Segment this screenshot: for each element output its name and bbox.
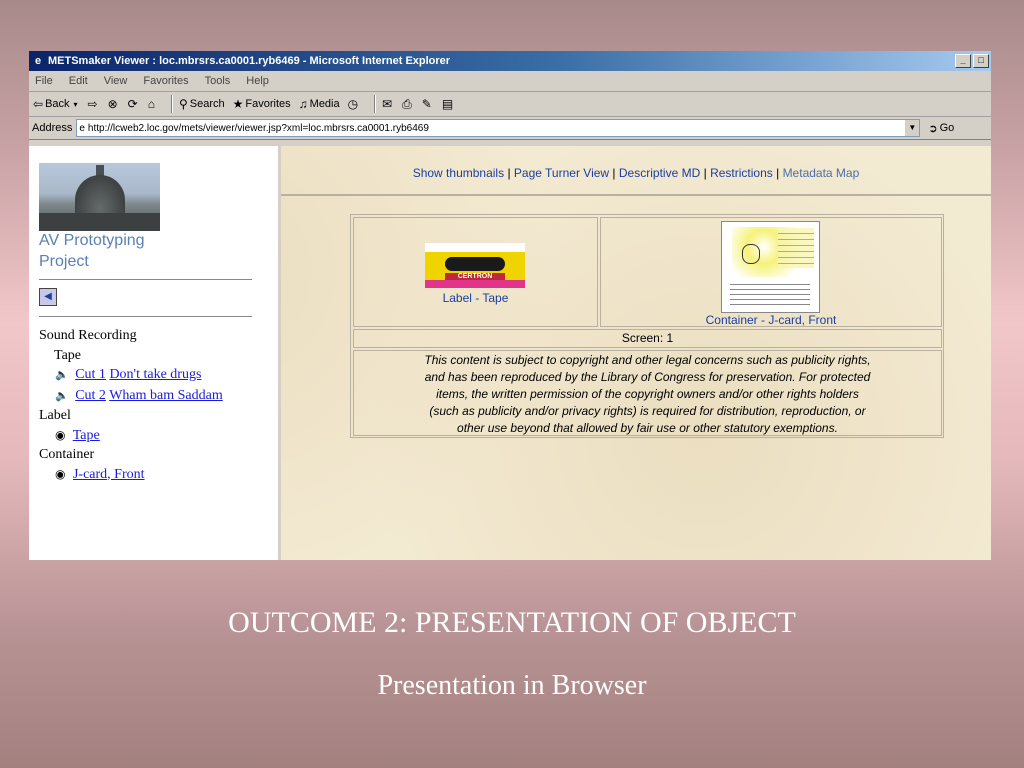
tree-tape: Tape	[54, 347, 82, 363]
jcard-front-link[interactable]: J-card, Front	[73, 467, 145, 482]
right-frame: Show thumbnails | Page Turner View | Des…	[281, 146, 991, 560]
favorites-button[interactable]: ★ Favorites	[233, 97, 291, 111]
edit-icon: ✎	[421, 97, 432, 111]
copyright-notice: This content is subject to copyright and…	[353, 350, 942, 436]
toolbar: ⇦ Back ▾ ⇨ ⊗ ⟳ ⌂ ⚲ Search ★ Favorites ♫ …	[29, 92, 991, 117]
tree-label-tape: ◉ Tape	[39, 426, 223, 446]
address-url: http://lcweb2.loc.gov/mets/viewer/viewer…	[87, 122, 429, 134]
label-tape-link[interactable]: Tape	[73, 428, 100, 443]
tree-sound-recording: Sound Recording	[39, 328, 137, 343]
back-arrow-icon: ⇦	[33, 97, 44, 111]
jcard-thumbnail[interactable]	[721, 221, 820, 313]
back-nav-button[interactable]: ◀	[39, 288, 57, 306]
ie-icon: e	[34, 55, 42, 67]
menu-bar: File Edit View Favorites Tools Help	[29, 71, 991, 92]
viewer-table: CERTRON Label - Tape Container - J-card,…	[350, 214, 944, 438]
cut-2-title-link[interactable]: Wham bam Saddam	[109, 388, 223, 403]
tree-label: Label	[39, 408, 71, 423]
toolbar-separator	[170, 95, 173, 113]
address-bar: Address e http://lcweb2.loc.gov/mets/vie…	[29, 117, 991, 140]
mail-button[interactable]: ✉	[382, 97, 394, 111]
viewer-nav: Show thumbnails | Page Turner View | Des…	[281, 146, 991, 196]
tree-cut-1: 🔈 Cut 1 Don't take drugs	[39, 365, 223, 386]
thumbnail-caption-jcard[interactable]: Container - J-card, Front	[601, 313, 941, 327]
edit-button[interactable]: ✎	[422, 97, 434, 111]
speaker-icon: 🔈	[55, 369, 69, 381]
toolbar-separator	[374, 95, 377, 113]
print-button[interactable]: ⎙	[402, 97, 414, 112]
title-bar: e METSmaker Viewer : loc.mbrsrs.ca0001.r…	[29, 51, 991, 71]
divider	[39, 279, 252, 280]
window-controls: _ □	[955, 54, 989, 68]
menu-favorites[interactable]: Favorites	[143, 75, 188, 87]
address-label: Address	[32, 122, 73, 134]
window-title: METSmaker Viewer : loc.mbrsrs.ca0001.ryb…	[48, 55, 451, 67]
discuss-icon: ▤	[441, 97, 454, 111]
go-button[interactable]: ➲ Go	[928, 122, 954, 135]
thumbnail-cell-jcard: Container - J-card, Front	[600, 217, 942, 327]
back-button[interactable]: ⇦ Back ▾	[33, 97, 80, 111]
menu-view[interactable]: View	[104, 75, 128, 87]
search-button[interactable]: ⚲ Search	[179, 97, 225, 111]
discuss-button[interactable]: ▤	[442, 97, 455, 111]
cut-2-link[interactable]: Cut 2	[75, 388, 106, 403]
thumbnail-caption-tape[interactable]: Label - Tape	[354, 291, 597, 305]
print-icon: ⎙	[402, 96, 412, 111]
speaker-icon: 🔈	[55, 389, 69, 402]
tree-container: Container	[39, 447, 95, 462]
cut-1-title-link[interactable]: Don't take drugs	[109, 367, 201, 382]
structure-tree: Sound Recording Tape 🔈 Cut 1 Don't take …	[39, 326, 223, 484]
menu-tools[interactable]: Tools	[205, 75, 231, 87]
home-icon: ⌂	[147, 97, 155, 111]
divider	[39, 316, 252, 317]
refresh-icon: ⟳	[127, 97, 138, 111]
forward-button[interactable]: ⇨	[88, 97, 100, 111]
stop-icon: ⊗	[107, 97, 118, 111]
history-icon: ◷	[347, 97, 359, 111]
screen-indicator: Screen: 1	[353, 329, 942, 348]
show-thumbnails-link[interactable]: Show thumbnails	[413, 166, 504, 180]
menu-help[interactable]: Help	[246, 75, 269, 87]
tree-cut-2: 🔈 Cut 2 Wham bam Saddam	[39, 386, 223, 407]
address-dropdown-icon[interactable]: ▼	[905, 120, 920, 136]
slide-subtitle: Presentation in Browser	[377, 670, 647, 701]
dropdown-icon: ▾	[73, 99, 78, 109]
browser-window: e METSmaker Viewer : loc.mbrsrs.ca0001.r…	[29, 51, 991, 560]
project-title: AV Prototyping Project	[39, 232, 145, 270]
media-icon: ♫	[298, 97, 308, 111]
media-button[interactable]: ♫ Media	[299, 97, 340, 111]
refresh-button[interactable]: ⟳	[128, 97, 140, 111]
cut-1-link[interactable]: Cut 1	[75, 367, 106, 382]
eye-icon: ◉	[55, 466, 66, 481]
metadata-map-link[interactable]: Metadata Map	[783, 166, 860, 180]
restrictions-link[interactable]: Restrictions	[710, 166, 773, 180]
page-content: AV Prototyping Project ◀ Sound Recording…	[29, 146, 991, 560]
slide-title: OUTCOME 2: PRESENTATION OF OBJECT	[228, 606, 796, 639]
tape-label-thumbnail[interactable]: CERTRON	[425, 243, 525, 288]
tree-container-jcard: ◉ J-card, Front	[39, 465, 223, 485]
history-button[interactable]: ◷	[348, 97, 360, 111]
menu-file[interactable]: File	[35, 75, 53, 87]
stop-button[interactable]: ⊗	[108, 97, 120, 111]
menu-edit[interactable]: Edit	[69, 75, 88, 87]
thumbnail-cell-tape: CERTRON Label - Tape	[353, 217, 598, 327]
page-icon: e	[79, 122, 85, 134]
page-turner-link[interactable]: Page Turner View	[514, 166, 609, 180]
left-frame: AV Prototyping Project ◀ Sound Recording…	[29, 146, 281, 560]
maximize-button[interactable]: □	[973, 54, 989, 68]
favorites-icon: ★	[232, 97, 244, 111]
minimize-button[interactable]: _	[955, 54, 971, 68]
descriptive-md-link[interactable]: Descriptive MD	[619, 166, 700, 180]
go-arrow-icon: ➲	[928, 122, 938, 135]
address-input[interactable]: e http://lcweb2.loc.gov/mets/viewer/view…	[76, 119, 921, 137]
forward-arrow-icon: ⇨	[87, 97, 98, 111]
eye-icon: ◉	[55, 427, 66, 442]
mail-icon: ✉	[382, 97, 393, 111]
home-button[interactable]: ⌂	[148, 97, 157, 111]
search-icon: ⚲	[178, 97, 188, 111]
capitol-dome-logo	[39, 163, 160, 231]
